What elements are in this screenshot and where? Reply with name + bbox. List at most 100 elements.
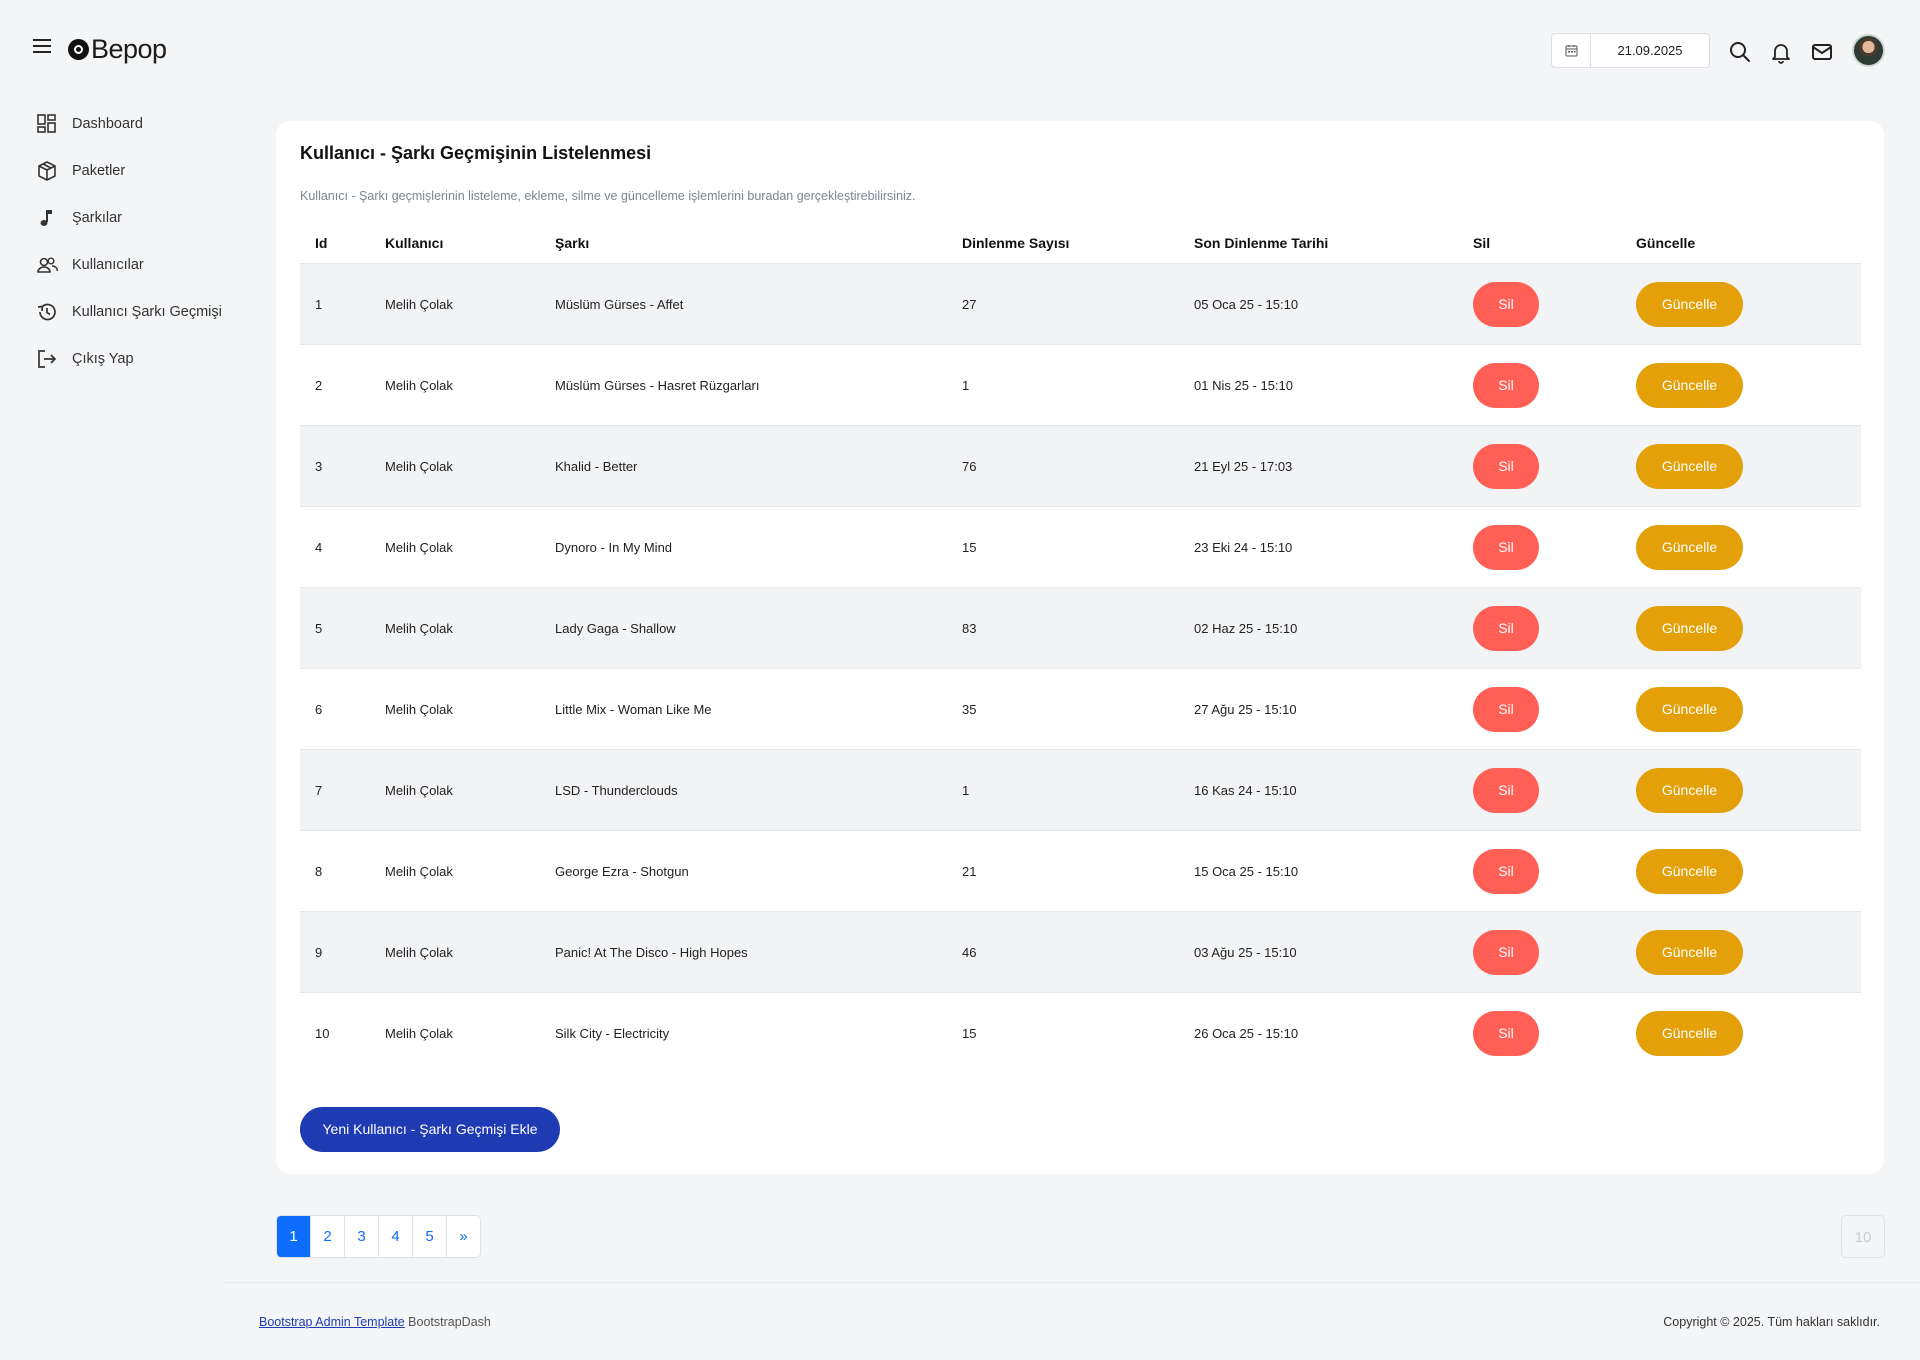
cell-delete: Sil: [1458, 668, 1621, 750]
cell-update: Güncelle: [1621, 911, 1861, 993]
delete-button[interactable]: Sil: [1473, 767, 1539, 813]
cell-last-played: 02 Haz 25 - 15:10: [1179, 587, 1458, 669]
cell-last-played: 23 Eki 24 - 15:10: [1179, 506, 1458, 588]
cell-last-played: 05 Oca 25 - 15:10: [1179, 263, 1458, 345]
next-page-button[interactable]: »: [447, 1216, 480, 1257]
page-5-button[interactable]: 5: [413, 1216, 447, 1257]
package-icon: [38, 160, 56, 181]
update-button[interactable]: Güncelle: [1636, 1010, 1743, 1056]
cell-update: Güncelle: [1621, 587, 1861, 669]
cell-last-played: 01 Nis 25 - 15:10: [1179, 344, 1458, 426]
update-button[interactable]: Güncelle: [1636, 929, 1743, 975]
delete-button[interactable]: Sil: [1473, 848, 1539, 894]
update-button[interactable]: Güncelle: [1636, 767, 1743, 813]
cell-count: 15: [962, 1025, 977, 1041]
cell-id: 10: [315, 1025, 330, 1041]
cell-user: Melih Çolak: [370, 263, 540, 345]
footer-template-link[interactable]: Bootstrap Admin Template: [259, 1315, 405, 1329]
cell-delete: Sil: [1458, 830, 1621, 912]
history-icon: [37, 303, 56, 320]
delete-button[interactable]: Sil: [1473, 686, 1539, 732]
sidebar-item-kullanicilar[interactable]: Kullanıcılar: [0, 241, 230, 288]
column-header-song: Şarkı: [540, 223, 947, 264]
brand-logo[interactable]: Bepop: [68, 34, 167, 65]
update-button[interactable]: Güncelle: [1636, 848, 1743, 894]
cell-update: Güncelle: [1621, 993, 1861, 1074]
column-header-last-played: Son Dinlenme Tarihi: [1179, 223, 1458, 264]
update-button[interactable]: Güncelle: [1636, 281, 1743, 327]
cell-user: Melih Çolak: [370, 668, 540, 750]
pagination: 1 2 3 4 5 »: [276, 1215, 481, 1258]
cell-id: 6: [300, 668, 370, 750]
update-button[interactable]: Güncelle: [1636, 443, 1743, 489]
cell-song: Panic! At The Disco - High Hopes: [540, 911, 947, 993]
update-button[interactable]: Güncelle: [1636, 605, 1743, 651]
sidebar-item-dashboard[interactable]: Dashboard: [0, 100, 230, 147]
search-icon[interactable]: [1728, 40, 1752, 64]
cell-update: Güncelle: [1621, 668, 1861, 750]
table-row: 8 Melih Çolak George Ezra - Shotgun 21 15 Oc…: [300, 830, 1861, 912]
cell-song: LSD - Thunderclouds: [540, 749, 947, 831]
users-icon: [37, 256, 58, 273]
page-4-button[interactable]: 4: [379, 1216, 413, 1257]
cell-delete: Sil: [1458, 263, 1621, 345]
add-history-button[interactable]: Yeni Kullanıcı - Şarkı Geçmişi Ekle: [300, 1107, 560, 1152]
cell-last-played: 26 Oca 25 - 15:10: [1194, 1025, 1299, 1041]
sidebar-item-paketler[interactable]: Paketler: [0, 147, 230, 194]
menu-toggle-icon[interactable]: [33, 39, 51, 53]
date-picker[interactable]: 21.09.2025: [1551, 33, 1710, 68]
update-button[interactable]: Güncelle: [1636, 524, 1743, 570]
cell-delete: Sil: [1458, 587, 1621, 669]
column-header-id: Id: [300, 223, 370, 264]
page-1-button[interactable]: 1: [277, 1216, 311, 1257]
delete-button[interactable]: Sil: [1473, 605, 1539, 651]
cell-update: Güncelle: [1621, 425, 1861, 507]
cell-count: 15: [947, 506, 1179, 588]
cell-count: 21: [947, 830, 1179, 912]
cell-song: Khalid - Better: [540, 425, 947, 507]
delete-button[interactable]: Sil: [1473, 362, 1539, 408]
sidebar-item-cikis-yap[interactable]: Çıkış Yap: [0, 335, 230, 382]
column-header-user: Kullanıcı: [370, 223, 540, 264]
delete-button[interactable]: Sil: [1473, 443, 1539, 489]
music-note-icon: [40, 209, 52, 226]
cell-song: George Ezra - Shotgun: [540, 830, 947, 912]
sidebar-item-label: Dashboard: [72, 115, 143, 132]
cell-id: 3: [300, 425, 370, 507]
dashboard-icon: [37, 113, 56, 133]
delete-button[interactable]: Sil: [1473, 524, 1539, 570]
cell-last-played: 03 Ağu 25 - 15:10: [1179, 911, 1458, 993]
cell-update: Güncelle: [1621, 830, 1861, 912]
cell-count: 27: [947, 263, 1179, 345]
page-3-button[interactable]: 3: [345, 1216, 379, 1257]
page-2-button[interactable]: 2: [311, 1216, 345, 1257]
cell-count: 76: [947, 425, 1179, 507]
mail-icon[interactable]: [1810, 40, 1834, 64]
footer-brand: BootstrapDash: [408, 1315, 491, 1329]
cell-user: Melih Çolak: [370, 830, 540, 912]
notification-bell-icon[interactable]: [1769, 40, 1793, 64]
update-button[interactable]: Güncelle: [1636, 686, 1743, 732]
brand-name: Bepop: [91, 34, 167, 64]
delete-button[interactable]: Sil: [1473, 281, 1539, 327]
cell-delete: Sil: [1458, 506, 1621, 588]
cell-last-played: 21 Eyl 25 - 17:03: [1179, 425, 1458, 507]
table-header-row: Id Kullanıcı Şarkı Dinlenme Sayısı Son D…: [300, 223, 1861, 264]
sidebar-item-sarkilar[interactable]: Şarkılar: [0, 194, 230, 241]
cell-song: Silk City - Electricity: [555, 1025, 670, 1041]
table-row: 9 Melih Çolak Panic! At The Disco - High H…: [300, 911, 1861, 993]
page-size-select[interactable]: 10: [1841, 1215, 1885, 1258]
delete-button[interactable]: Sil: [1473, 929, 1539, 975]
update-button[interactable]: Güncelle: [1636, 362, 1743, 408]
sidebar-item-label: Çıkış Yap: [72, 350, 134, 367]
cell-delete: Sil: [1458, 749, 1621, 831]
history-card: Kullanıcı - Şarkı Geçmişinin Listelenmes…: [276, 121, 1884, 1174]
cell-user: Melih Çolak: [370, 344, 540, 426]
footer-divider: [222, 1282, 1920, 1283]
sidebar-item-kullanici-sarki-gecmisi[interactable]: Kullanıcı Şarkı Geçmişi: [0, 288, 230, 335]
user-avatar[interactable]: [1852, 34, 1885, 67]
page-title: Kullanıcı - Şarkı Geçmişinin Listelenmes…: [300, 143, 652, 163]
cell-song: Dynoro - In My Mind: [540, 506, 947, 588]
delete-button[interactable]: Sil: [1473, 1010, 1539, 1056]
cell-id: 9: [300, 911, 370, 993]
